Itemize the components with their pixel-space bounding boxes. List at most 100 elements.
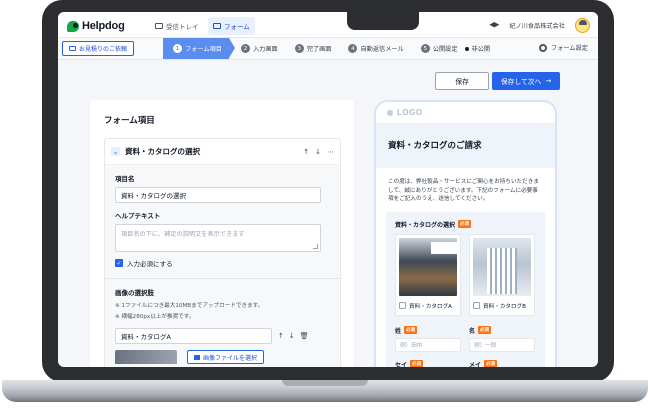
step-label: 公開設定 xyxy=(432,46,458,53)
step-number: 1 xyxy=(173,44,182,53)
preview-description: この度は、弊社製品・サービスにご関心をお持ちいただきまして、誠にありがとうござい… xyxy=(388,179,539,203)
catalog-image-a xyxy=(399,237,457,296)
divider xyxy=(105,278,340,279)
required-badge: 必須 xyxy=(484,360,498,367)
top-bar: Helpdog 受信トレイ フォーム 紀ノ川食品株式会社 xyxy=(58,12,598,38)
help-text-input[interactable]: 項目名の下に、補足の説明文を表示できます xyxy=(115,224,321,252)
last-kana-label: セイ xyxy=(395,361,408,367)
last-name-input[interactable]: 例）田中 xyxy=(395,337,461,352)
last-name-field: 姓 必須 例）田中 xyxy=(395,326,461,352)
checkbox-icon[interactable] xyxy=(473,302,480,310)
avatar[interactable] xyxy=(575,17,590,33)
arrow-down-icon[interactable]: ↓ xyxy=(289,332,295,340)
name-row: 姓 必須 例）田中 名 必須 例）一郎 xyxy=(395,326,536,352)
tab-inbox[interactable]: 受信トレイ xyxy=(150,17,204,35)
field-body: 項目名 資料・カタログの選択 ヘルプテキスト 項目名の下に、補足の説明文を表示で… xyxy=(105,165,340,367)
item-name-input[interactable]: 資料・カタログの選択 xyxy=(115,187,321,203)
step-label: 完了画面 xyxy=(306,46,332,53)
form-name-label: お見積りのご依頼 xyxy=(79,46,128,53)
required-label: 入力必須にする xyxy=(127,260,173,268)
first-name-label: 名 xyxy=(469,327,476,335)
step-bar: お見積りのご依頼 1 フォーム項目 2 入力画面 3 完了画面 4 自動返信メー… xyxy=(58,38,598,60)
catalog-option-a[interactable]: 資料・カタログA xyxy=(395,233,461,316)
preview-header: LOGO xyxy=(376,102,555,124)
more-icon[interactable]: ⋯ xyxy=(327,148,334,156)
option-image-row: 画像ファイルを選択 xyxy=(115,350,330,364)
arrow-right-icon: → xyxy=(545,77,552,85)
arrow-up-icon[interactable]: ↑ xyxy=(303,148,309,156)
form-settings-button[interactable]: フォーム設定 xyxy=(539,43,588,52)
app-screen: Helpdog 受信トレイ フォーム 紀ノ川食品株式会社 お見積りのご依頼 1 … xyxy=(58,12,598,367)
option-input[interactable]: 資料・カタログA xyxy=(115,328,272,344)
size-note: ※ 横幅280px以上が推奨です。 xyxy=(115,314,195,320)
gear-icon xyxy=(539,43,548,52)
required-badge: 必須 xyxy=(458,220,472,229)
chevron-down-icon[interactable]: ⌄ xyxy=(111,147,120,156)
step-number: 3 xyxy=(294,44,304,53)
required-toggle[interactable]: ✓ 入力必須にする xyxy=(115,258,330,268)
arrow-up-icon[interactable]: ↑ xyxy=(278,332,284,340)
first-kana-label: メイ xyxy=(469,361,482,367)
select-image-button[interactable]: 画像ファイルを選択 xyxy=(187,350,265,364)
last-kana-field: セイ 必須 xyxy=(395,360,461,367)
trash-icon[interactable]: 🗑 xyxy=(300,332,309,340)
field-editor: ⌄ 資料・カタログの選択 ↑ ↓ ⋯ 項目名 資料・カタログの選択 ヘルプテキス… xyxy=(104,138,341,367)
status-dot-icon xyxy=(464,46,469,51)
logo-placeholder-icon xyxy=(386,108,394,117)
form-name-button[interactable]: お見積りのご依頼 xyxy=(62,41,135,56)
arrow-down-icon[interactable]: ↓ xyxy=(315,148,321,156)
option-row: 資料・カタログA ↑ ↓ 🗑 xyxy=(115,328,330,344)
last-name-label-row: 姓 必須 xyxy=(395,326,461,335)
question-label: 資料・カタログの選択 xyxy=(395,221,456,229)
first-name-field: 名 必須 例）一郎 xyxy=(469,326,535,352)
required-badge: 必須 xyxy=(478,326,492,335)
tab-form[interactable]: フォーム xyxy=(208,17,255,35)
checkbox-icon[interactable] xyxy=(399,302,406,310)
option-label-row: 資料・カタログB xyxy=(473,302,531,310)
catalog-option-b[interactable]: 資料・カタログB xyxy=(469,233,535,316)
step-number: 4 xyxy=(348,44,358,53)
preview-logo: LOGO xyxy=(397,108,423,117)
first-kana-field: メイ 必須 xyxy=(469,360,535,367)
step-form-items[interactable]: 1 フォーム項目 xyxy=(163,38,235,59)
preview-question: 資料・カタログの選択 必須 xyxy=(395,220,536,229)
laptop-groove xyxy=(282,380,368,386)
checkbox-checked-icon[interactable]: ✓ xyxy=(115,259,123,267)
image-icon xyxy=(194,354,200,360)
step-number: 5 xyxy=(420,44,430,53)
step-publish-settings[interactable]: 5 公開設定 非公開 xyxy=(411,38,497,59)
select-image-label: 画像ファイルを選択 xyxy=(203,354,258,362)
camera-notch xyxy=(347,12,419,30)
step-label: 入力画面 xyxy=(252,46,278,53)
tab-inbox-label: 受信トレイ xyxy=(166,23,199,31)
company-name[interactable]: 紀ノ川食品株式会社 xyxy=(509,21,565,30)
required-badge: 必須 xyxy=(404,326,418,335)
inbox-icon xyxy=(155,23,163,29)
step-label: フォーム項目 xyxy=(185,46,222,53)
graduation-cap-icon[interactable] xyxy=(489,22,500,28)
step-list: 1 フォーム項目 2 入力画面 3 完了画面 4 自動返信メール 5 公開設定 … xyxy=(163,38,497,59)
preview-form-card: 資料・カタログの選択 必須 資料・カタログA 資料・カタログB 姓 必須 例）田… xyxy=(386,211,545,367)
panel-title: フォーム項目 xyxy=(104,116,155,126)
step-auto-reply[interactable]: 4 自動返信メール xyxy=(338,38,410,59)
form-icon xyxy=(69,46,76,51)
last-kana-label-row: セイ 必須 xyxy=(395,360,461,367)
option-label: 資料・カタログB xyxy=(483,303,526,310)
logo-text: Helpdog xyxy=(82,20,125,32)
help-text-label: ヘルプテキスト xyxy=(115,212,161,220)
first-name-input[interactable]: 例）一郎 xyxy=(469,337,535,352)
save-next-label: 保存して次へ xyxy=(500,78,542,86)
option-tools: ↑ ↓ 🗑 xyxy=(278,332,309,340)
save-next-button[interactable]: 保存して次へ → xyxy=(492,72,560,90)
image-options-label: 画像の選択肢 xyxy=(115,289,154,297)
helpdog-logo[interactable]: Helpdog xyxy=(67,19,125,33)
save-button[interactable]: 保存 xyxy=(435,72,489,90)
step-number: 2 xyxy=(240,44,250,53)
step-complete-screen[interactable]: 3 完了画面 xyxy=(285,38,339,59)
option-thumbnail xyxy=(115,350,177,364)
item-name-label: 項目名 xyxy=(115,175,135,183)
field-header[interactable]: ⌄ 資料・カタログの選択 ↑ ↓ ⋯ xyxy=(105,139,340,165)
catalog-image-b xyxy=(473,237,531,296)
form-items-panel: フォーム項目 ⌄ 資料・カタログの選択 ↑ ↓ ⋯ 項目名 資料・カタログの選択… xyxy=(90,100,354,367)
step-input-screen[interactable]: 2 入力画面 xyxy=(229,38,285,59)
